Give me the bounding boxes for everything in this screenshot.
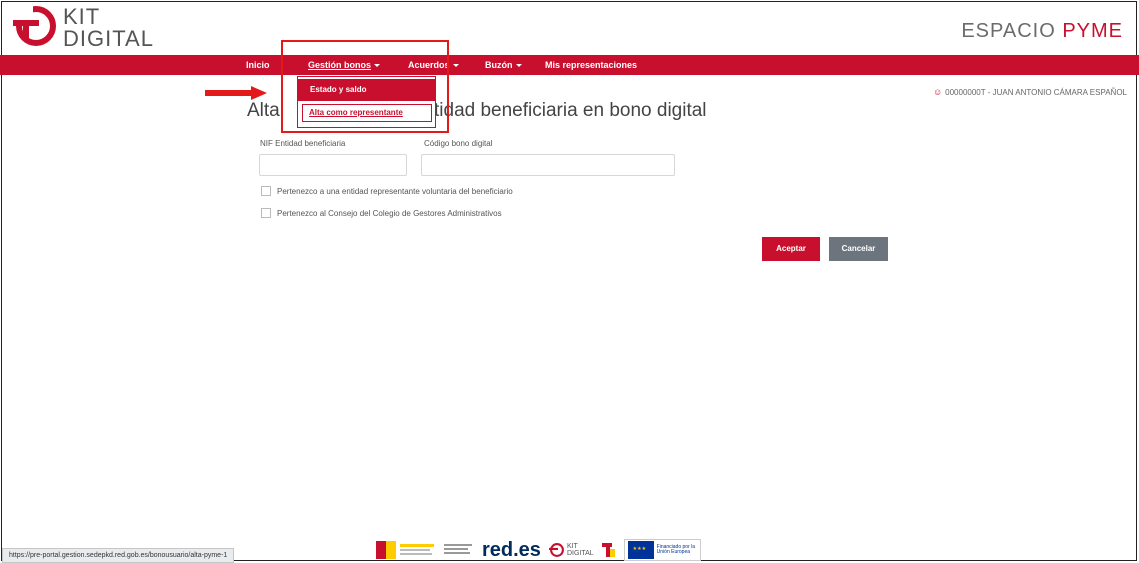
representante-checkbox[interactable] bbox=[261, 186, 271, 196]
nav-buzon[interactable]: Buzón bbox=[485, 55, 522, 75]
plan-recuperacion-logo bbox=[601, 541, 616, 559]
annotation-highlight-box bbox=[281, 40, 449, 133]
ministry-logo bbox=[444, 541, 474, 559]
recovery-plan-icon bbox=[601, 543, 615, 557]
user-label: 00000000T - JUAN ANTONIO CÁMARA ESPAÑOL bbox=[945, 88, 1127, 97]
footer-kit-digital-logo: KIT DIGITAL bbox=[548, 541, 594, 559]
kit-digital-mark-icon bbox=[548, 543, 564, 557]
status-bar-url: https://pre-portal.gestion.sedepkd.red.g… bbox=[2, 548, 235, 563]
code-input[interactable] bbox=[421, 154, 675, 176]
gestores-checkbox[interactable] bbox=[261, 208, 271, 218]
logo-text-kit: KIT bbox=[63, 4, 101, 29]
nav-mis-representaciones[interactable]: Mis representaciones bbox=[545, 55, 637, 75]
gobierno-espana-logo bbox=[376, 541, 436, 559]
footer-logos: red.es KIT DIGITAL Financiado por la Uni… bbox=[376, 538, 701, 562]
nav-mis-representaciones-label: Mis representaciones bbox=[545, 60, 638, 70]
espacio-pyme-brand[interactable]: ESPACIO PYME bbox=[961, 20, 1123, 43]
main-navbar: Inicio Gestión bonos Acuerdos Buzón Mis … bbox=[0, 55, 1139, 75]
nif-label: NIF Entidad beneficiaria bbox=[260, 139, 346, 148]
nav-inicio-label: Inicio bbox=[246, 60, 270, 70]
nav-inicio[interactable]: Inicio bbox=[246, 55, 270, 75]
logo-text-digital: DIGITAL bbox=[63, 26, 154, 51]
nif-input[interactable] bbox=[259, 154, 407, 176]
ministry-text-icon bbox=[444, 544, 472, 554]
brand-pyme: PYME bbox=[1062, 20, 1123, 42]
page-title-start: Alta bbox=[247, 100, 280, 121]
spain-government-icon bbox=[376, 541, 434, 559]
nav-buzon-label: Buzón bbox=[485, 60, 513, 70]
accept-button[interactable]: Aceptar bbox=[762, 237, 820, 261]
kit-digital-mark-icon bbox=[13, 6, 56, 46]
brand-espacio: ESPACIO bbox=[961, 20, 1056, 42]
caret-down-icon bbox=[515, 64, 522, 68]
eu-funding-text: Financiado por la Unión Europea bbox=[656, 543, 696, 555]
checkbox-label-gestores: Pertenezco al Consejo del Colegio de Ges… bbox=[277, 208, 502, 218]
eu-flag-icon bbox=[627, 541, 654, 559]
checkbox-label-representante: Pertenezco a una entidad representante v… bbox=[277, 186, 513, 196]
user-icon: ☺ bbox=[932, 87, 943, 97]
user-info[interactable]: ☺ 00000000T - JUAN ANTONIO CÁMARA ESPAÑOL bbox=[933, 87, 1127, 97]
cancel-button[interactable]: Cancelar bbox=[829, 237, 888, 261]
checkbox-row-gestores[interactable]: Pertenezco al Consejo del Colegio de Ges… bbox=[261, 208, 502, 218]
page-title-end: tidad beneficiaria en bono digital bbox=[434, 100, 707, 121]
code-label: Código bono digital bbox=[424, 139, 493, 148]
checkbox-row-representante[interactable]: Pertenezco a una entidad representante v… bbox=[261, 186, 513, 196]
footer-kit-text: KIT bbox=[566, 543, 578, 550]
annotation-arrow-icon bbox=[205, 86, 267, 100]
kit-digital-logo[interactable]: KIT DIGITAL bbox=[13, 6, 154, 50]
screenshot-frame bbox=[1, 1, 1137, 561]
caret-down-icon bbox=[452, 64, 459, 68]
red-es-logo: red.es bbox=[482, 538, 541, 561]
eu-funding-logo: Financiado por la Unión Europea bbox=[623, 539, 701, 561]
footer-digital-text: DIGITAL bbox=[566, 550, 594, 557]
